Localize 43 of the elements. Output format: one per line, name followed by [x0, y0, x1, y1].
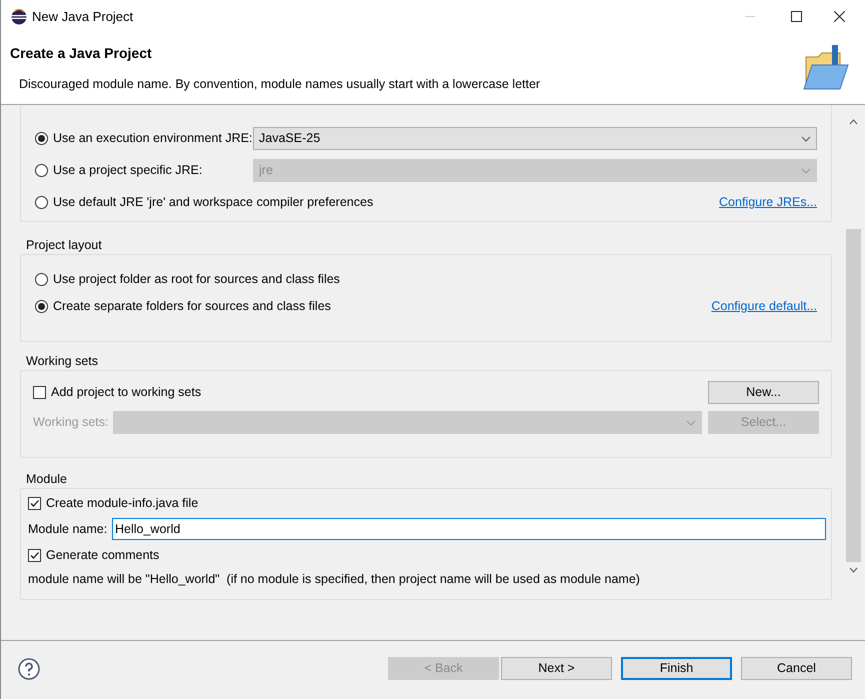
- scroll-thumb[interactable]: [846, 229, 861, 562]
- maximize-icon[interactable]: [791, 11, 802, 22]
- group-title: Working sets: [26, 353, 100, 370]
- field-label: Module name:: [28, 520, 108, 538]
- dialog-button[interactable]: New...: [708, 381, 819, 404]
- dropdown[interactable]: JavaSE-25: [253, 127, 817, 150]
- radio-button[interactable]: [35, 300, 48, 312]
- checkbox-label[interactable]: Create module-info.java file: [46, 494, 198, 512]
- group-title: Project layout: [26, 237, 103, 254]
- checkbox-label[interactable]: Add project to working sets: [51, 383, 202, 402]
- checkbox[interactable]: [33, 386, 46, 399]
- close-icon[interactable]: [834, 11, 845, 22]
- module-name-field[interactable]: Hello_world: [112, 518, 826, 540]
- chevron-icon: [801, 136, 811, 142]
- radio-label[interactable]: Use default JRE 'jre' and workspace compiler preferences: [53, 193, 374, 212]
- checkbox[interactable]: [28, 496, 41, 510]
- radio-label[interactable]: Use an execution environment JRE:: [53, 129, 253, 148]
- radio-button[interactable]: [35, 164, 48, 177]
- radio-button[interactable]: [35, 196, 48, 209]
- eclipse-logo-icon: [11, 8, 27, 24]
- chevron-icon: [801, 168, 811, 174]
- radio-label[interactable]: Use a project specific JRE:: [53, 161, 253, 180]
- checkbox-label[interactable]: Generate comments: [46, 546, 160, 564]
- radio-button[interactable]: [35, 272, 48, 286]
- configure-link[interactable]: Configure JREs...: [719, 193, 817, 212]
- radio-button[interactable]: [35, 132, 48, 145]
- dialog-button[interactable]: Finish: [621, 657, 732, 680]
- radio-label[interactable]: Create separate folders for sources and class files: [53, 296, 331, 316]
- chevron-icon: [686, 420, 696, 426]
- field-label: Working sets:: [33, 414, 110, 432]
- group-title: Module: [26, 471, 68, 488]
- page-title: Create a Java Project: [10, 44, 153, 63]
- help-icon[interactable]: [18, 658, 40, 680]
- window-title: New Java Project: [32, 8, 134, 26]
- page-message: Discouraged module name. By convention, module names usually start with a lowercase letter: [19, 76, 542, 93]
- module-note: module name will be "Hello_world" (if no module is specified, then project name will be used as module name): [28, 571, 641, 588]
- configure-link[interactable]: Configure default...: [711, 296, 817, 316]
- radio-label[interactable]: Use project folder as root for sources and class files: [53, 270, 340, 288]
- dialog-button[interactable]: Cancel: [741, 657, 852, 680]
- checkbox[interactable]: [28, 548, 41, 562]
- scroll-up-icon[interactable]: [849, 119, 858, 125]
- dialog-button[interactable]: Next >: [501, 657, 612, 680]
- scroll-down-icon[interactable]: [849, 567, 858, 573]
